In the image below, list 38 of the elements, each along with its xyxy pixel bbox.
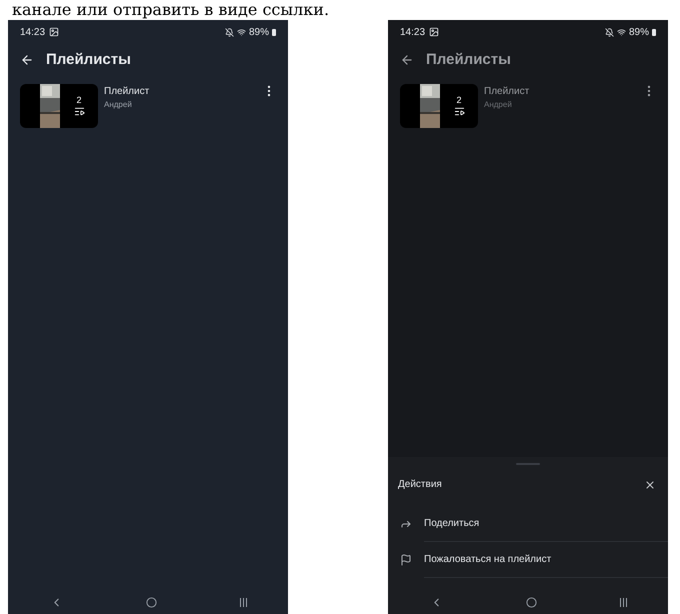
playlist-name: Плейлист	[104, 85, 150, 99]
home-icon[interactable]	[526, 596, 536, 608]
home-icon[interactable]	[146, 596, 156, 608]
wifi-icon	[616, 28, 626, 36]
recents-icon[interactable]	[240, 598, 246, 606]
track-count: 2	[76, 95, 82, 106]
playlist-icon	[454, 106, 464, 117]
battery-icon	[652, 28, 656, 36]
track-count: 2	[456, 95, 462, 106]
action-item[interactable]: Пожаловаться на плейлист	[388, 542, 668, 578]
battery-level: 89%	[248, 26, 269, 40]
mute-icon	[224, 28, 234, 36]
playlist-author: Андрей	[484, 99, 513, 111]
close-icon[interactable]	[644, 478, 656, 490]
back-icon[interactable]	[20, 53, 34, 67]
caption-text: канале или отправить в виде ссылки.	[11, 0, 330, 20]
screen-title: Плейлисты	[46, 50, 131, 70]
playlist-cover[interactable]: 2	[400, 84, 478, 128]
wifi-icon	[236, 28, 246, 36]
playlist-author: Андрей	[104, 99, 133, 111]
playlist-icon	[74, 106, 84, 117]
image-icon	[49, 27, 60, 37]
screen-title: Плейлисты	[426, 50, 511, 70]
status-time: 14:23	[400, 26, 426, 40]
battery-level: 89%	[628, 26, 649, 40]
image-icon	[429, 27, 440, 37]
status-time: 14:23	[20, 26, 46, 40]
share-icon	[400, 518, 412, 530]
recents-icon[interactable]	[620, 598, 626, 606]
back-icon[interactable]	[400, 53, 414, 67]
sheet-handle[interactable]	[516, 463, 540, 465]
mute-icon	[604, 28, 614, 36]
battery-icon	[272, 28, 276, 36]
flag-icon	[400, 554, 412, 566]
playlist-name: Плейлист	[484, 85, 530, 99]
playlist-cover[interactable]: 2	[20, 84, 98, 128]
sheet-title: Действия	[398, 478, 442, 492]
action-item[interactable]: Поделиться	[388, 506, 668, 542]
